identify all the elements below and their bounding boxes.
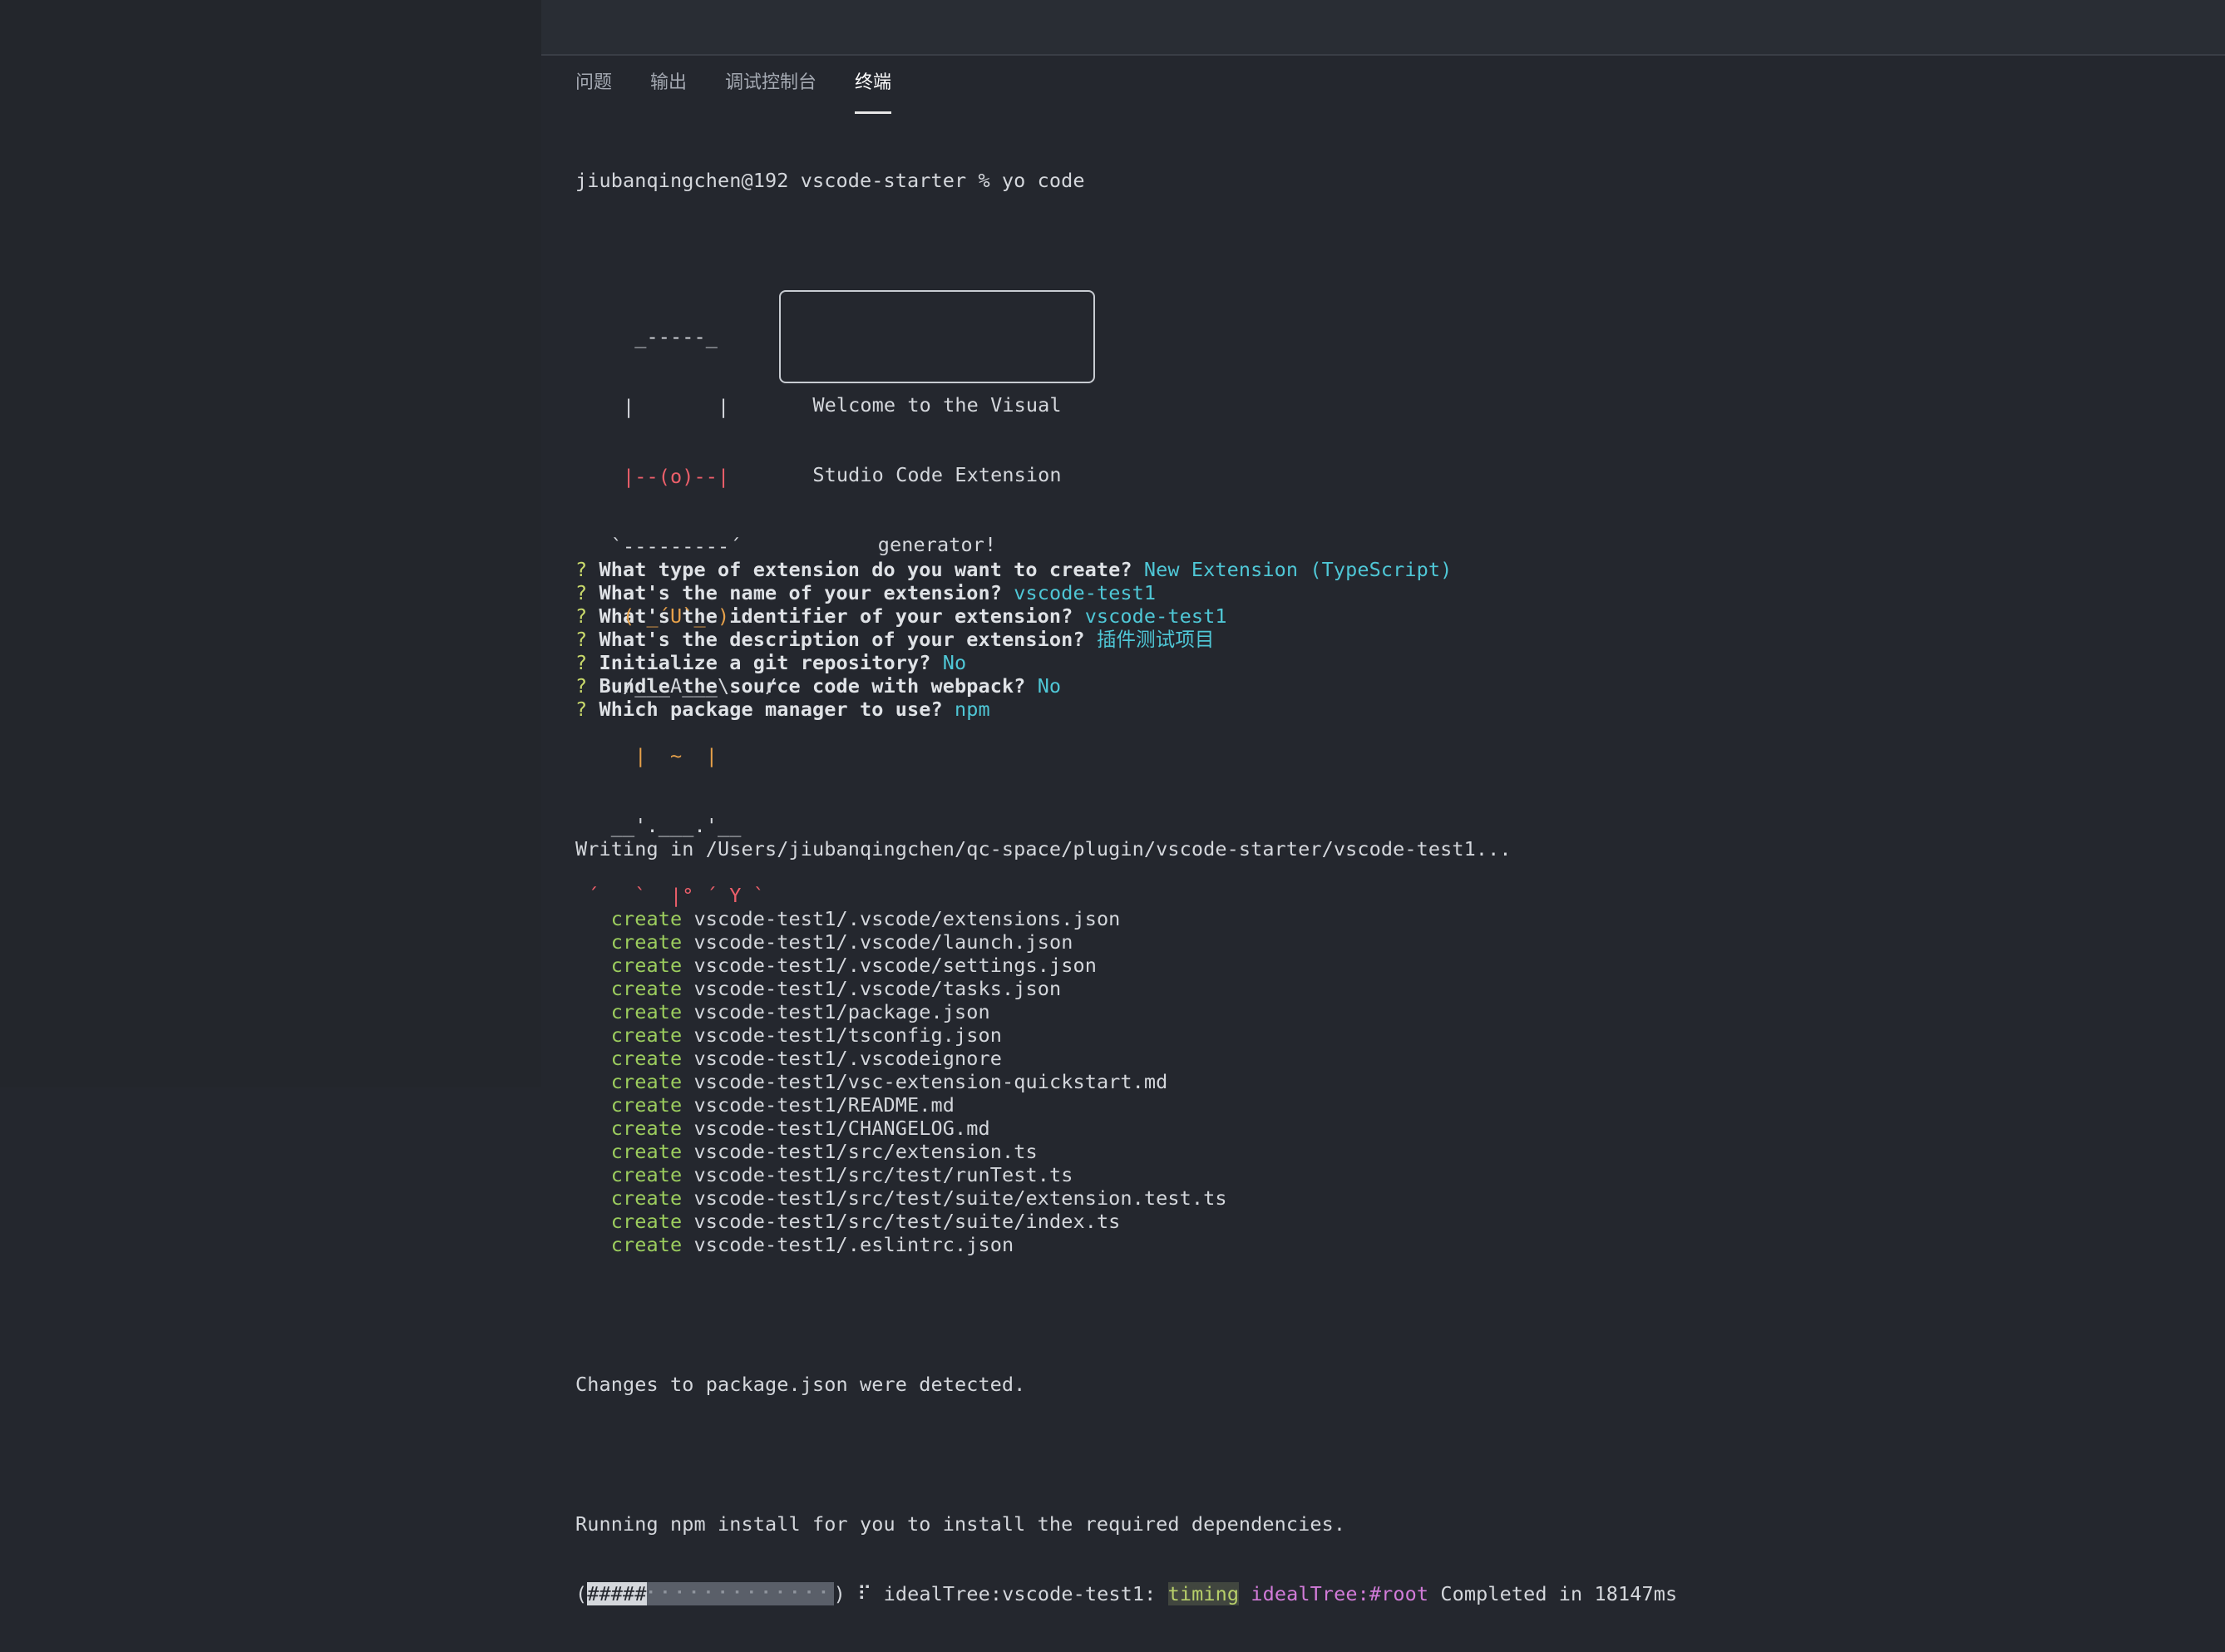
file-path: vscode-test1/.vscode/tasks.json [693,977,1062,1000]
create-keyword: create [610,1186,683,1210]
file-path: vscode-test1/README.md [693,1093,955,1117]
created-file-line: create vscode-test1/.vscode/launch.json [575,930,2208,954]
create-keyword: create [610,954,683,977]
created-file-line: create vscode-test1/vsc-extension-quicks… [575,1070,2208,1093]
created-file-line: create vscode-test1/.vscode/extensions.j… [575,907,2208,930]
question-answer: No [1037,674,1062,698]
create-keyword: create [610,1163,683,1186]
create-keyword: create [610,1093,683,1117]
create-keyword: create [610,1210,683,1233]
yeoman-ascii-art: _-----_ | | |--(o)--| `---------´ ( _´U`… [575,279,2208,907]
create-keyword: create [610,1140,683,1163]
create-keyword: create [610,1000,683,1023]
welcome-bubble: Welcome to the Visual Studio Code Extens… [779,290,1095,556]
art-line: ( _´U`_ ) [575,604,777,628]
art-line: __'.___.'__ [575,814,777,837]
file-path: vscode-test1/src/extension.ts [693,1140,1038,1163]
question-answer: New Extension (TypeScript) [1143,558,1453,581]
created-file-line: create vscode-test1/src/test/runTest.ts [575,1163,2208,1186]
running-line: Running npm install for you to install t… [575,1512,1346,1536]
create-keyword: create [610,1070,683,1093]
create-keyword: create [610,1023,683,1047]
sidebar [0,0,541,1087]
created-file-line: create vscode-test1/.vscode/tasks.json [575,977,2208,1000]
created-file-line: create vscode-test1/tsconfig.json [575,1023,2208,1047]
question-answer: vscode-test1 [1084,604,1227,628]
art-line: |--(o)--| [575,465,777,488]
file-path: vscode-test1/tsconfig.json [693,1023,1002,1047]
question-answer: 插件测试项目 [1096,628,1215,651]
create-keyword: create [610,1117,683,1140]
created-file-line: create vscode-test1/.vscodeignore [575,1047,2208,1070]
question-answer: npm [954,698,990,721]
art-line: `---------´ [575,535,777,558]
tab-debug-console[interactable]: 调试控制台 [725,71,816,114]
tab-problems[interactable]: 问题 [575,71,612,114]
tab-terminal[interactable]: 终端 [855,71,892,114]
tab-output[interactable]: 输出 [650,71,687,114]
art-line: | ~ | [575,744,777,767]
create-keyword: create [610,1233,683,1256]
create-keyword: create [610,1047,683,1070]
file-path: vscode-test1/.vscode/settings.json [693,954,1097,977]
file-path: vscode-test1/src/test/suite/index.ts [693,1210,1121,1233]
art-line: /___A___\ / [575,674,777,698]
file-path: vscode-test1/.eslintrc.json [693,1233,1014,1256]
welcome-line: Welcome to the Visual [812,393,1062,417]
panel-tabs: 问题 输出 调试控制台 终端 [575,71,930,114]
progress-line: (#####⠂⠂⠂⠂⠂⠂⠂⠂⠂⠂⠂⠂⠂) ⠏ idealTree:vscode-… [575,1582,1678,1605]
progress-bar-done: ##### [587,1582,647,1605]
art-line: | | [575,395,777,418]
prompt-question: ? Which package manager to use? npm [575,698,2208,721]
welcome-line: generator! [877,533,997,556]
file-path: vscode-test1/vsc-extension-quickstart.md [693,1070,1168,1093]
editor-area [541,0,2225,56]
writing-line: Writing in /Users/jiubanqingchen/qc-spac… [575,837,1512,861]
created-file-line: create vscode-test1/README.md [575,1093,2208,1117]
welcome-line: Studio Code Extension [812,463,1062,486]
timing-badge: timing [1167,1582,1240,1605]
art-line: ´ ` |° ´ Y ` [575,884,777,907]
file-path: vscode-test1/.vscodeignore [693,1047,1002,1070]
create-keyword: create [610,977,683,1000]
created-file-line: create vscode-test1/.eslintrc.json [575,1233,2208,1256]
created-file-line: create vscode-test1/package.json [575,1000,2208,1023]
file-path: vscode-test1/CHANGELOG.md [693,1117,990,1140]
created-file-line: create vscode-test1/.vscode/settings.jso… [575,954,2208,977]
file-path: vscode-test1/package.json [693,1000,990,1023]
created-file-line: create vscode-test1/CHANGELOG.md [575,1117,2208,1140]
progress-bar-remaining: ⠂⠂⠂⠂⠂⠂⠂⠂⠂⠂⠂⠂⠂ [646,1582,834,1605]
created-file-line: create vscode-test1/src/test/suite/exten… [575,1186,2208,1210]
file-path: vscode-test1/src/test/suite/extension.te… [693,1186,1227,1210]
question-answer: No [942,651,967,674]
created-file-line: create vscode-test1/src/test/suite/index… [575,1210,2208,1233]
created-file-line: create vscode-test1/src/extension.ts [575,1140,2208,1163]
changes-line: Changes to package.json were detected. [575,1373,1026,1396]
terminal-prompt: jiubanqingchen@192 vscode-starter % yo c… [575,169,1085,192]
bottom-panel: 问题 输出 调试控制台 终端 jiubanqingchen@192 vscode… [541,56,2225,1605]
prompt-question: ? Bundle the source code with webpack? N… [575,674,2208,698]
spinner-icon: ⠏ [857,1582,872,1605]
terminal-output[interactable]: jiubanqingchen@192 vscode-starter % yo c… [575,122,2208,1652]
prompt-question: ? Initialize a git repository? No [575,651,2208,674]
file-path: vscode-test1/src/test/runTest.ts [693,1163,1073,1186]
art-line: _-----_ [575,325,777,348]
